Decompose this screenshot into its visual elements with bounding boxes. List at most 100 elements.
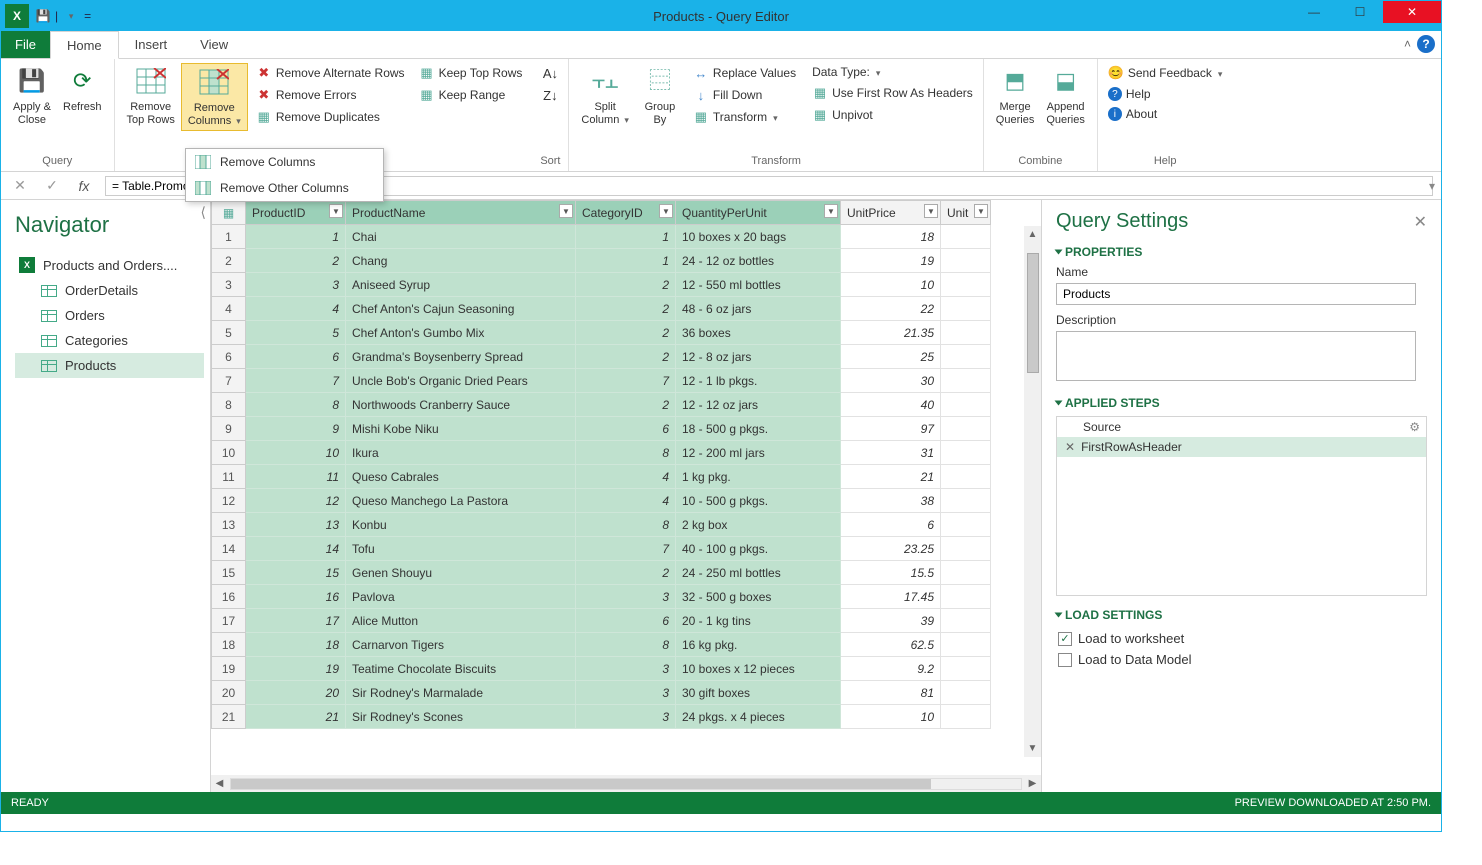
maximize-button[interactable]: ☐ (1337, 1, 1383, 23)
apply-close-button[interactable]: 💾 Apply & Close (7, 63, 57, 129)
tab-home[interactable]: Home (50, 31, 119, 59)
collapse-ribbon-icon[interactable]: ˄ (1404, 37, 1411, 51)
keep-top-rows-button[interactable]: ▦Keep Top Rows (415, 63, 527, 83)
cell[interactable]: 12 - 550 ml bottles (676, 273, 841, 297)
cell[interactable]: 30 (841, 369, 941, 393)
table-row[interactable]: 1414Tofu740 - 100 g pkgs.23.25 (212, 537, 991, 561)
nav-root[interactable]: XProducts and Orders.... (15, 252, 204, 278)
cell[interactable]: 11 (246, 465, 346, 489)
cell[interactable] (941, 633, 991, 657)
cell[interactable]: 30 gift boxes (676, 681, 841, 705)
nav-collapse-icon[interactable]: ⟨ (201, 204, 206, 221)
col-header-productname[interactable]: ProductName▼ (346, 201, 576, 225)
rownum-cell[interactable]: 16 (212, 585, 246, 609)
cell[interactable]: 2 (576, 297, 676, 321)
load-datamodel-checkbox[interactable]: Load to Data Model (1056, 649, 1427, 670)
remove-top-rows-button[interactable]: Remove Top Rows (121, 63, 181, 129)
cell[interactable] (941, 441, 991, 465)
filter-dropdown-icon[interactable]: ▼ (974, 204, 988, 218)
col-header-unitprice[interactable]: UnitPrice▼ (841, 201, 941, 225)
rownum-cell[interactable]: 4 (212, 297, 246, 321)
nav-item-orders[interactable]: Orders (15, 303, 204, 328)
cell[interactable]: 10 boxes x 20 bags (676, 225, 841, 249)
cell[interactable]: 7 (246, 369, 346, 393)
table-row[interactable]: 99Mishi Kobe Niku618 - 500 g pkgs.97 (212, 417, 991, 441)
scroll-up-icon[interactable]: ▲ (1024, 226, 1041, 243)
fill-down-button[interactable]: ↓Fill Down (689, 85, 800, 105)
data-table[interactable]: ▦ProductID▼ProductName▼CategoryID▼Quanti… (211, 200, 991, 729)
about-button[interactable]: iAbout (1104, 105, 1227, 123)
tab-file[interactable]: File (1, 31, 50, 58)
cell[interactable]: 23.25 (841, 537, 941, 561)
delete-step-icon[interactable]: ✕ (1065, 440, 1075, 454)
minimize-button[interactable]: — (1291, 1, 1337, 23)
cell[interactable]: 12 - 12 oz jars (676, 393, 841, 417)
filter-dropdown-icon[interactable]: ▼ (924, 204, 938, 218)
rownum-cell[interactable]: 17 (212, 609, 246, 633)
cell[interactable]: 12 - 1 lb pkgs. (676, 369, 841, 393)
help-icon[interactable]: ? (1417, 35, 1435, 53)
remove-other-columns-item[interactable]: Remove Other Columns (186, 175, 383, 201)
rownum-cell[interactable]: 20 (212, 681, 246, 705)
cell[interactable]: 12 - 200 ml jars (676, 441, 841, 465)
cell[interactable]: 24 - 12 oz bottles (676, 249, 841, 273)
cell[interactable] (941, 585, 991, 609)
cell[interactable]: 18 - 500 g pkgs. (676, 417, 841, 441)
nav-item-orderdetails[interactable]: OrderDetails (15, 278, 204, 303)
cell[interactable]: 1 (576, 225, 676, 249)
cell[interactable]: 25 (841, 345, 941, 369)
cell[interactable]: Ikura (346, 441, 576, 465)
table-row[interactable]: 88Northwoods Cranberry Sauce212 - 12 oz … (212, 393, 991, 417)
cell[interactable]: Pavlova (346, 585, 576, 609)
table-row[interactable]: 2121Sir Rodney's Scones324 pkgs. x 4 pie… (212, 705, 991, 729)
cell[interactable]: 10 (841, 273, 941, 297)
sort-desc-button[interactable]: Z↓ (538, 85, 562, 105)
cell[interactable]: Sir Rodney's Marmalade (346, 681, 576, 705)
rownum-cell[interactable]: 11 (212, 465, 246, 489)
cell[interactable]: Genen Shouyu (346, 561, 576, 585)
cell[interactable]: Grandma's Boysenberry Spread (346, 345, 576, 369)
rownum-cell[interactable]: 14 (212, 537, 246, 561)
cancel-formula-button[interactable]: ✕ (9, 177, 31, 194)
cell[interactable]: 40 (841, 393, 941, 417)
cell[interactable]: Chang (346, 249, 576, 273)
cell[interactable]: Konbu (346, 513, 576, 537)
remove-errors-button[interactable]: ✖Remove Errors (252, 85, 409, 105)
cell[interactable]: 14 (246, 537, 346, 561)
cell[interactable]: 15.5 (841, 561, 941, 585)
cell[interactable]: 4 (576, 489, 676, 513)
rownum-cell[interactable]: 18 (212, 633, 246, 657)
remove-alternate-rows-button[interactable]: ✖Remove Alternate Rows (252, 63, 409, 83)
table-row[interactable]: 1313Konbu82 kg box6 (212, 513, 991, 537)
cell[interactable] (941, 537, 991, 561)
cell[interactable]: 17.45 (841, 585, 941, 609)
load-worksheet-checkbox[interactable]: ✓Load to worksheet (1056, 628, 1427, 649)
table-row[interactable]: 44Chef Anton's Cajun Seasoning248 - 6 oz… (212, 297, 991, 321)
rownum-header[interactable]: ▦ (212, 201, 246, 225)
name-input[interactable] (1056, 283, 1416, 305)
nav-item-products[interactable]: Products (15, 353, 204, 378)
rownum-cell[interactable]: 5 (212, 321, 246, 345)
cell[interactable]: 24 - 250 ml bottles (676, 561, 841, 585)
cell[interactable]: 31 (841, 441, 941, 465)
cell[interactable]: 2 kg box (676, 513, 841, 537)
cell[interactable]: 9.2 (841, 657, 941, 681)
cell[interactable] (941, 609, 991, 633)
unpivot-button[interactable]: ▦Unpivot (808, 105, 977, 125)
cell[interactable]: 2 (576, 393, 676, 417)
cell[interactable]: 6 (576, 417, 676, 441)
cell[interactable] (941, 561, 991, 585)
cell[interactable]: 20 - 1 kg tins (676, 609, 841, 633)
cell[interactable]: 7 (576, 369, 676, 393)
cell[interactable]: 39 (841, 609, 941, 633)
scroll-thumb[interactable] (1027, 253, 1039, 373)
expand-formula-icon[interactable]: ▾ (1429, 179, 1435, 193)
tab-view[interactable]: View (184, 31, 245, 58)
cell[interactable]: 3 (576, 657, 676, 681)
group-by-button[interactable]: ⿳Group By (635, 63, 685, 129)
cell[interactable]: 10 (841, 705, 941, 729)
sort-asc-button[interactable]: A↓ (538, 63, 562, 83)
remove-columns-item[interactable]: Remove Columns (186, 149, 383, 175)
data-type-button[interactable]: Data Type: (808, 63, 977, 81)
transform-button[interactable]: ▦Transform (689, 107, 800, 127)
